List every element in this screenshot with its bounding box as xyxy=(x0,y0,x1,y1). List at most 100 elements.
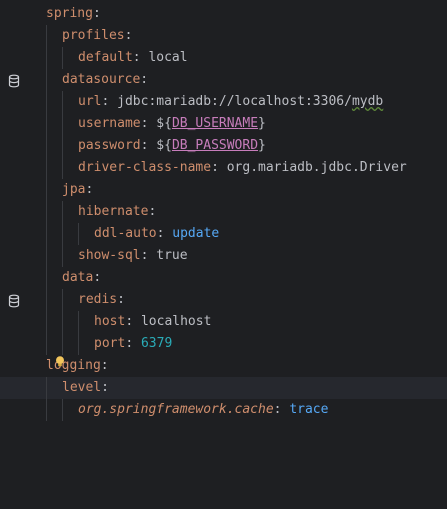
placeholder-open: ${ xyxy=(156,138,172,153)
indent-guide xyxy=(78,311,79,333)
indent-guide xyxy=(46,157,47,179)
yaml-colon: : xyxy=(93,270,102,285)
yaml-number-value: 6379 xyxy=(140,336,173,351)
indent-guide xyxy=(46,179,47,201)
yaml-key: level xyxy=(62,380,102,395)
code-line[interactable]: host: localhost xyxy=(0,311,447,333)
yaml-key: password xyxy=(78,138,141,153)
yaml-key: data xyxy=(62,270,94,285)
yaml-key: jpa xyxy=(62,182,86,197)
yaml-colon: : xyxy=(92,6,101,21)
code-line[interactable]: datasource: xyxy=(0,69,447,91)
yaml-colon: : xyxy=(273,402,290,417)
indent-guide xyxy=(62,333,63,355)
indent-guide xyxy=(46,69,47,91)
indent-guide xyxy=(62,91,63,113)
code-line-current[interactable]: level: xyxy=(0,377,447,399)
indent-guide xyxy=(46,245,47,267)
yaml-colon: : xyxy=(156,226,173,241)
yaml-key: datasource xyxy=(62,72,141,87)
yaml-key: redis xyxy=(78,292,118,307)
indent-guide xyxy=(62,47,63,69)
yaml-colon: : xyxy=(125,314,141,329)
yaml-key: spring xyxy=(46,6,93,21)
yaml-value: org.mariadb.jdbc.Driver xyxy=(226,160,407,175)
yaml-value: localhost xyxy=(140,314,212,329)
yaml-key: show-sql xyxy=(78,248,141,263)
yaml-colon: : xyxy=(124,28,133,43)
indent-guide xyxy=(62,223,63,245)
yaml-colon: : xyxy=(101,380,109,395)
indent-guide xyxy=(46,289,47,311)
indent-guide xyxy=(62,201,63,223)
yaml-colon: : xyxy=(100,358,109,373)
code-line[interactable]: url: jdbc:mariadb://localhost:3306/mydb xyxy=(0,91,447,113)
code-line[interactable]: logging: xyxy=(0,355,447,377)
indent-guide xyxy=(62,245,63,267)
yaml-colon: : xyxy=(85,182,94,197)
code-line[interactable]: ddl-auto: update xyxy=(0,223,447,245)
code-line[interactable]: redis: xyxy=(0,289,447,311)
yaml-key: org.springframework.cache xyxy=(78,402,274,417)
env-placeholder[interactable]: DB_PASSWORD xyxy=(172,138,258,153)
indent-guide xyxy=(78,223,79,245)
yaml-colon: : xyxy=(117,292,125,307)
yaml-keyword-value: trace xyxy=(289,402,329,417)
indent-guide xyxy=(46,91,47,113)
code-line[interactable]: password: ${DB_PASSWORD} xyxy=(0,135,447,157)
indent-guide xyxy=(46,113,47,135)
yaml-colon: : xyxy=(132,50,149,65)
yaml-colon: : xyxy=(125,336,141,351)
yaml-key: ddl-auto xyxy=(94,226,157,241)
lightbulb-icon[interactable] xyxy=(55,356,65,367)
code-line[interactable]: spring: xyxy=(0,3,447,25)
placeholder-open: ${ xyxy=(156,116,172,131)
env-placeholder[interactable]: DB_USERNAME xyxy=(172,116,258,131)
yaml-colon: : xyxy=(140,116,157,131)
yaml-colon: : xyxy=(101,94,118,109)
indent-guide xyxy=(46,47,47,69)
yaml-value: true xyxy=(156,248,188,263)
code-line[interactable]: profiles: xyxy=(0,25,447,47)
indent-guide xyxy=(46,201,47,223)
code-line[interactable]: show-sql: true xyxy=(0,245,447,267)
yaml-value-typo: mydb xyxy=(351,94,384,109)
indent-guide xyxy=(62,157,63,179)
yaml-colon: : xyxy=(148,204,157,219)
yaml-keyword-value: update xyxy=(172,226,220,241)
indent-guide xyxy=(62,135,63,157)
indent-guide xyxy=(62,289,63,311)
indent-guide xyxy=(46,377,47,399)
yaml-key: default xyxy=(78,50,133,65)
code-line[interactable]: username: ${DB_USERNAME} xyxy=(0,113,447,135)
yaml-key: profiles xyxy=(62,28,125,43)
code-line[interactable]: jpa: xyxy=(0,179,447,201)
indent-guide xyxy=(46,135,47,157)
yaml-key: port xyxy=(94,336,126,351)
yaml-key: host xyxy=(94,314,126,329)
yaml-colon: : xyxy=(140,72,149,87)
indent-guide xyxy=(46,223,47,245)
yaml-key: driver-class-name xyxy=(78,160,212,175)
indent-guide xyxy=(46,25,47,47)
indent-guide xyxy=(62,311,63,333)
yaml-colon: : xyxy=(140,138,157,153)
code-line[interactable]: driver-class-name: org.mariadb.jdbc.Driv… xyxy=(0,157,447,179)
indent-guide xyxy=(46,333,47,355)
yaml-colon: : xyxy=(140,248,157,263)
code-line[interactable]: port: 6379 xyxy=(0,333,447,355)
placeholder-close: } xyxy=(258,138,266,153)
code-line[interactable]: data: xyxy=(0,267,447,289)
yaml-colon: : xyxy=(211,160,227,175)
yaml-editor[interactable]: spring: profiles: default: local datasou… xyxy=(0,0,447,421)
indent-guide xyxy=(46,311,47,333)
code-line[interactable]: hibernate: xyxy=(0,201,447,223)
indent-guide xyxy=(46,267,47,289)
yaml-key: hibernate xyxy=(78,204,149,219)
code-area[interactable]: spring: profiles: default: local datasou… xyxy=(0,0,447,421)
yaml-value: jdbc:mariadb://localhost:3306/ xyxy=(117,94,352,109)
indent-guide xyxy=(78,333,79,355)
code-line[interactable]: default: local xyxy=(0,47,447,69)
indent-guide xyxy=(62,113,63,135)
yaml-value: local xyxy=(148,50,188,65)
